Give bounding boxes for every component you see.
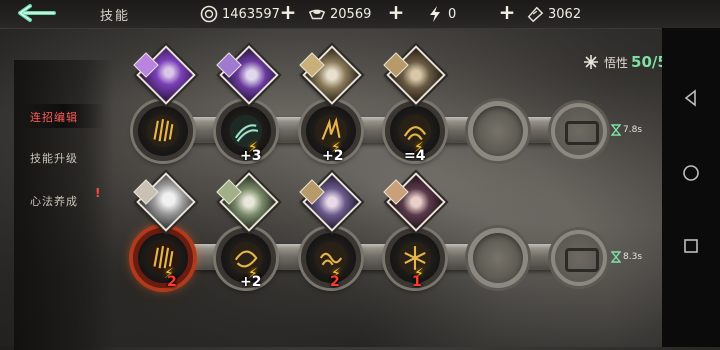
skill-slot-2-5-empty[interactable] xyxy=(468,228,528,288)
hourglass-icon xyxy=(611,251,621,263)
slot-level-2-4: 1 xyxy=(412,274,422,290)
tickets-value: 3062 xyxy=(548,6,582,22)
slot-level-1-2: +3 xyxy=(240,148,262,164)
claw-skill-icon xyxy=(146,114,180,148)
insight-icon xyxy=(584,55,598,69)
coin-icon xyxy=(200,5,218,23)
coins-display: 1463597 xyxy=(200,3,280,25)
add-coins-button[interactable]: + xyxy=(279,2,297,22)
ticket-icon xyxy=(526,5,544,23)
slot-level-2-3: 2 xyxy=(330,274,340,290)
ingots-value: 20569 xyxy=(330,6,372,22)
lightning-icon xyxy=(426,5,444,23)
alert-icon: ! xyxy=(95,186,101,200)
tickets-display: 3062 xyxy=(526,3,581,25)
row-2-timer: 8.3s xyxy=(611,251,642,263)
add-ingots-button[interactable]: + xyxy=(387,2,405,22)
top-bar: 技能 1463597 + 20569 + 0 + 3062 xyxy=(0,0,720,29)
row-1-timer: 7.8s xyxy=(611,124,642,136)
skill-slot-2-1[interactable] xyxy=(133,228,193,288)
hourglass-icon xyxy=(611,124,621,136)
skill-slot-1-5-empty[interactable] xyxy=(468,101,528,161)
page-title: 技能 xyxy=(100,9,131,24)
locked-slot-1[interactable] xyxy=(551,103,607,159)
menu-item-combo-edit[interactable]: 连招编辑 xyxy=(30,109,78,125)
claw-skill-icon xyxy=(146,241,180,275)
nav-back-icon[interactable] xyxy=(681,88,701,108)
lock-icon xyxy=(565,121,599,145)
coins-value: 1463597 xyxy=(222,6,280,22)
add-energy-button[interactable]: + xyxy=(498,2,516,22)
energy-value: 0 xyxy=(448,6,457,22)
system-nav-bar xyxy=(662,28,720,347)
skill-slot-1-1[interactable] xyxy=(133,101,193,161)
slot-level-2-2: +2 xyxy=(240,274,262,290)
locked-slot-2[interactable] xyxy=(551,230,607,286)
insight-current: 50 xyxy=(631,53,652,71)
slot-level-1-3: +2 xyxy=(322,148,344,164)
lock-icon xyxy=(565,248,599,272)
energy-display: 0 xyxy=(426,3,456,25)
menu-item-mind-training[interactable]: 心法养成 xyxy=(30,193,78,209)
row-1-timer-text: 7.8s xyxy=(623,125,643,135)
nav-recents-icon[interactable] xyxy=(681,236,701,256)
slot-level-1-4: =4 xyxy=(404,148,426,164)
row-2-timer-text: 8.3s xyxy=(623,252,643,262)
back-arrow-icon[interactable] xyxy=(14,3,56,23)
slot-level-2-1: 2 xyxy=(167,274,177,290)
ingots-display: 20569 xyxy=(308,3,371,25)
insight-label: 悟性 xyxy=(604,55,629,70)
ingot-icon xyxy=(308,5,326,23)
menu-item-skill-upgrade[interactable]: 技能升级 xyxy=(30,150,78,166)
nav-home-icon[interactable] xyxy=(681,163,701,183)
